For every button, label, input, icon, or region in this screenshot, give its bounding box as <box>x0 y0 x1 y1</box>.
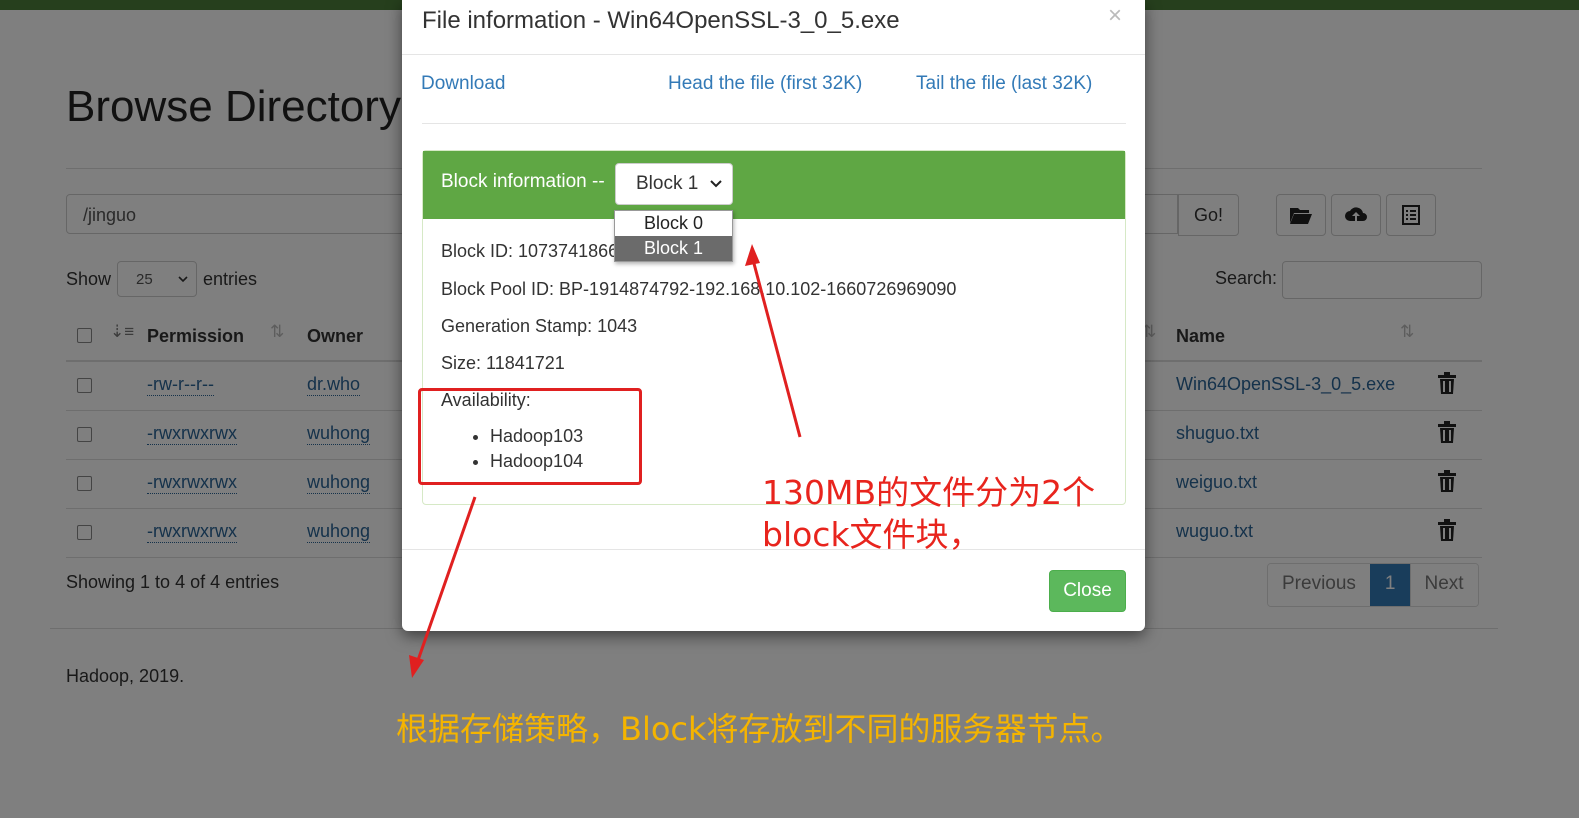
arrow-head-icon <box>745 244 760 266</box>
annotation-note-storage: 根据存储策略，Block将存放到不同的服务器节点。 <box>396 710 1123 748</box>
annotation-line: 130MB的文件分为2个 <box>762 473 1096 512</box>
annotation-arrow-up <box>750 255 802 438</box>
annotation-arrows <box>409 244 802 678</box>
annotation-arrow-down <box>414 496 477 667</box>
annotation-line: block文件块， <box>762 515 982 554</box>
arrow-head-icon <box>409 655 424 678</box>
annotation-note-blocks: 130MB的文件分为2个 block文件块， <box>762 472 1095 556</box>
